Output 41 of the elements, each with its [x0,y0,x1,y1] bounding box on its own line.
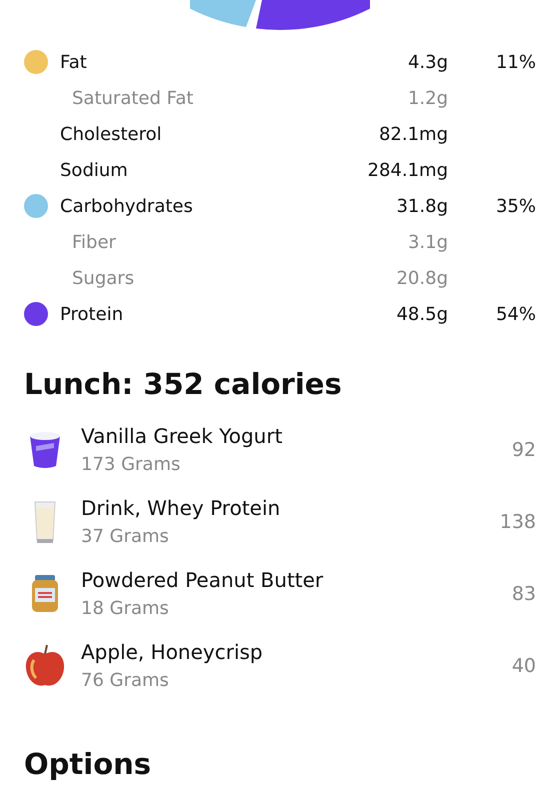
nutrient-percent: 35% [496,196,536,216]
nutrient-percent: 54% [496,304,536,324]
food-portion: 18 Grams [81,596,170,620]
nutrient-name: Carbohydrates [60,196,194,216]
food-calories: 138 [500,511,536,533]
nutrient-amount: 31.8g [395,196,448,216]
nutrient-name: Fiber [71,232,117,252]
food-item[interactable]: Drink, Whey Protein 37 Grams 138 [24,486,536,558]
nutrient-name: Cholesterol [60,124,163,144]
food-name: Vanilla Greek Yogurt [81,422,284,450]
section-heading: Options [23,746,152,783]
jar-icon [30,575,58,613]
nutrient-name: Sodium [60,160,129,180]
food-portion: 76 Grams [81,668,170,692]
nutrient-name: Sugars [71,268,136,288]
nutrient-amount: 1.2g [406,88,448,108]
food-calories: 40 [512,655,536,677]
nutrient-percent: 11% [496,52,536,72]
food-item[interactable]: Powdered Peanut Butter 18 Grams 83 [24,558,536,630]
nutrient-amount: 82.1mg [378,124,448,144]
food-name: Drink, Whey Protein [81,494,282,522]
nutrient-amount: 48.5g [395,304,448,324]
food-item[interactable]: Vanilla Greek Yogurt 173 Grams 92 [24,414,536,486]
section-heading: Lunch: 352 calories [23,366,343,403]
food-calories: 83 [512,583,536,605]
nutrient-amount: 3.1g [406,232,448,252]
nutrient-name: Protein [60,304,124,324]
apple-icon [24,644,66,688]
milk-glass-icon [32,500,56,544]
nutrient-amount: 4.3g [406,52,448,72]
nutrient-name: Fat [60,52,88,72]
food-name: Powdered Peanut Butter [81,566,324,594]
food-name: Apple, Honeycrisp [81,638,264,666]
yogurt-cup-icon [28,431,62,469]
nutrient-amount: 20.8g [395,268,448,288]
food-portion: 37 Grams [81,524,170,548]
food-calories: 92 [512,439,536,461]
nutrient-name: Saturated Fat [71,88,194,108]
food-item[interactable]: Apple, Honeycrisp 76 Grams 40 [24,630,536,702]
nutrient-amount: 284.1mg [366,160,448,180]
food-portion: 173 Grams [81,452,182,476]
